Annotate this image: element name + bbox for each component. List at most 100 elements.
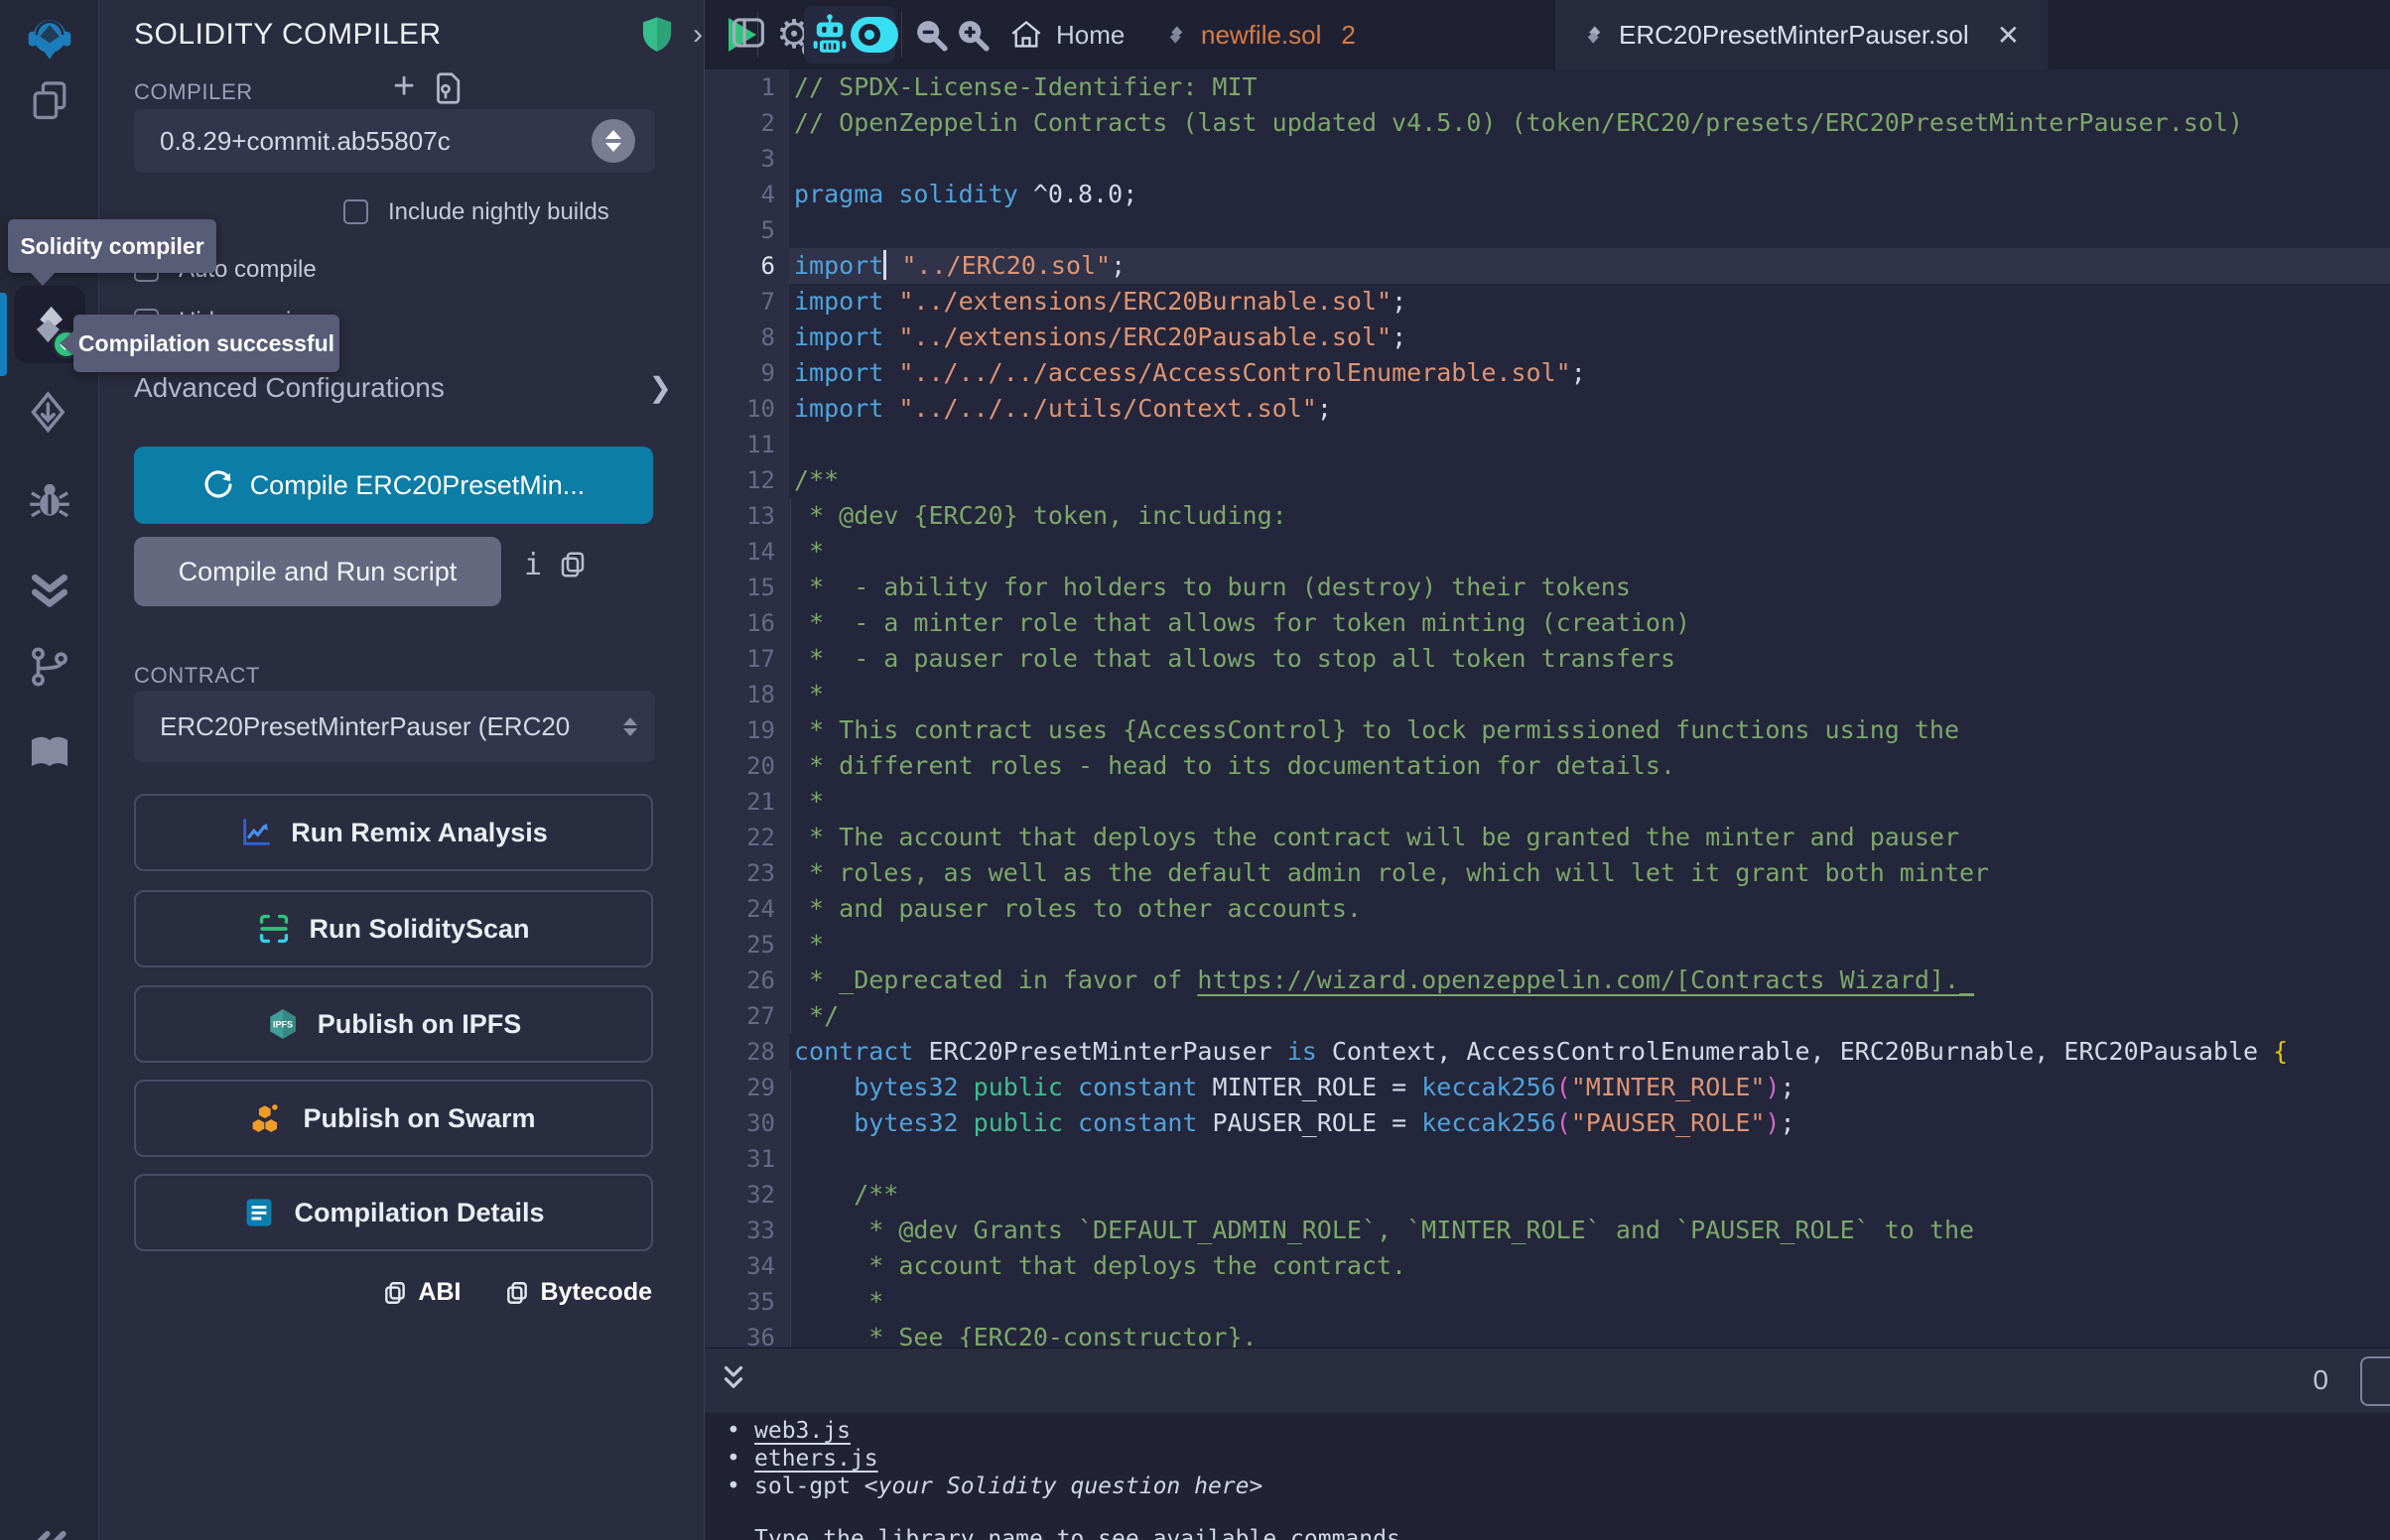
line-number[interactable]: 26: [705, 962, 789, 998]
compile-and-run-button[interactable]: Compile and Run script: [134, 537, 501, 606]
code-line[interactable]: *: [794, 677, 2390, 712]
code-line[interactable]: * account that deploys the contract.: [794, 1248, 2390, 1284]
include-nightly-checkbox[interactable]: [343, 199, 368, 224]
code-line[interactable]: * _Deprecated in favor of https://wizard…: [794, 962, 2390, 998]
line-number[interactable]: 5: [705, 212, 789, 248]
code-line[interactable]: bytes32 public constant PAUSER_ROLE = ke…: [794, 1105, 2390, 1141]
code-line[interactable]: [794, 427, 2390, 462]
line-number[interactable]: 33: [705, 1213, 789, 1248]
code-line[interactable]: /**: [794, 1177, 2390, 1213]
code-line[interactable]: *: [794, 927, 2390, 962]
line-number[interactable]: 19: [705, 712, 789, 748]
line-number[interactable]: 18: [705, 677, 789, 712]
static-analysis-icon[interactable]: [0, 548, 99, 627]
line-number[interactable]: 29: [705, 1070, 789, 1105]
line-number[interactable]: 20: [705, 748, 789, 784]
ai-copilot-robot-icon[interactable]: [808, 0, 852, 69]
file-explorer-icon[interactable]: [0, 62, 99, 141]
code-line[interactable]: import "../extensions/ERC20Burnable.sol"…: [794, 284, 2390, 320]
line-number[interactable]: 17: [705, 641, 789, 677]
code-line[interactable]: * See {ERC20-constructor}.: [794, 1320, 2390, 1348]
code-line[interactable]: * and pauser roles to other accounts.: [794, 891, 2390, 927]
line-number[interactable]: 28: [705, 1034, 789, 1070]
panel-columns-icon[interactable]: [731, 16, 765, 55]
line-number[interactable]: 30: [705, 1105, 789, 1141]
line-number[interactable]: 27: [705, 998, 789, 1034]
add-compiler-icon[interactable]: +: [393, 65, 415, 108]
git-icon[interactable]: [0, 627, 99, 706]
code-line[interactable]: // SPDX-License-Identifier: MIT: [794, 69, 2390, 105]
code-line[interactable]: contract ERC20PresetMinterPauser is Cont…: [794, 1034, 2390, 1070]
line-number[interactable]: 6: [705, 248, 789, 284]
code-line[interactable]: * roles, as well as the default admin ro…: [794, 855, 2390, 891]
code-editor[interactable]: 1234567891011121314151617181920212223242…: [705, 69, 2390, 1348]
code-line[interactable]: [794, 1141, 2390, 1177]
code-line[interactable]: * @dev Grants `DEFAULT_ADMIN_ROLE`, `MIN…: [794, 1213, 2390, 1248]
copy-bytecode-button[interactable]: Bytecode: [504, 1278, 652, 1307]
line-number[interactable]: 24: [705, 891, 789, 927]
line-number[interactable]: 35: [705, 1284, 789, 1320]
code-line[interactable]: * This contract uses {AccessControl} to …: [794, 712, 2390, 748]
copy-icon[interactable]: [558, 550, 588, 584]
code-line[interactable]: // OpenZeppelin Contracts (last updated …: [794, 105, 2390, 141]
tab-home[interactable]: Home: [991, 0, 1144, 69]
copy-abi-button[interactable]: ABI: [382, 1278, 461, 1307]
advanced-configurations-toggle[interactable]: Advanced Configurations ❯: [134, 371, 690, 404]
info-icon[interactable]: i: [524, 548, 542, 582]
line-number[interactable]: 16: [705, 605, 789, 641]
line-number[interactable]: 8: [705, 320, 789, 355]
code-line[interactable]: [794, 141, 2390, 177]
code-line[interactable]: /**: [794, 462, 2390, 498]
line-number[interactable]: 15: [705, 570, 789, 605]
compilation-details-button[interactable]: Compilation Details: [134, 1174, 653, 1251]
compile-button[interactable]: Compile ERC20PresetMin...: [134, 447, 653, 524]
line-number[interactable]: 36: [705, 1320, 789, 1348]
close-icon[interactable]: ✕: [1997, 19, 2020, 52]
line-number[interactable]: 2: [705, 105, 789, 141]
ai-copilot-toggle[interactable]: [850, 0, 899, 69]
code-line[interactable]: * different roles - head to its document…: [794, 748, 2390, 784]
zoom-in-icon[interactable]: [951, 0, 995, 69]
code-line[interactable]: *: [794, 534, 2390, 570]
code-line[interactable]: *: [794, 784, 2390, 820]
line-number[interactable]: 7: [705, 284, 789, 320]
code-line[interactable]: * @dev {ERC20} token, including:: [794, 498, 2390, 534]
tab-newfile[interactable]: newfile.sol 2: [1141, 0, 1380, 69]
line-number[interactable]: 31: [705, 1141, 789, 1177]
line-number[interactable]: 10: [705, 391, 789, 427]
line-number[interactable]: 23: [705, 855, 789, 891]
code-line[interactable]: * - a minter role that allows for token …: [794, 605, 2390, 641]
line-number[interactable]: 3: [705, 141, 789, 177]
run-remix-analysis-button[interactable]: Run Remix Analysis: [134, 794, 653, 871]
code-line[interactable]: import "../extensions/ERC20Pausable.sol"…: [794, 320, 2390, 355]
deploy-and-run-icon[interactable]: [0, 374, 99, 453]
code-line[interactable]: import "../../../access/AccessControlEnu…: [794, 355, 2390, 391]
promote-file-icon[interactable]: [433, 71, 463, 110]
code-line[interactable]: import "../ERC20.sol";: [794, 248, 2390, 284]
code-line[interactable]: pragma solidity ^0.8.0;: [794, 177, 2390, 212]
contract-select[interactable]: ERC20PresetMinterPauser (ERC20: [134, 691, 655, 762]
code-line[interactable]: * The account that deploys the contract …: [794, 820, 2390, 855]
code-line[interactable]: bytes32 public constant MINTER_ROLE = ke…: [794, 1070, 2390, 1105]
terminal-corner-button[interactable]: [2360, 1356, 2390, 1406]
expand-terminal-icon[interactable]: [719, 1362, 748, 1403]
line-number[interactable]: 4: [705, 177, 789, 212]
line-number[interactable]: 13: [705, 498, 789, 534]
chevron-right-icon[interactable]: ›: [693, 18, 703, 52]
zoom-out-icon[interactable]: [909, 0, 953, 69]
line-number[interactable]: 32: [705, 1177, 789, 1213]
line-number[interactable]: 22: [705, 820, 789, 855]
code-line[interactable]: * - ability for holders to burn (destroy…: [794, 570, 2390, 605]
code-line[interactable]: import "../../../utils/Context.sol";: [794, 391, 2390, 427]
code-line[interactable]: * - a pauser role that allows to stop al…: [794, 641, 2390, 677]
terminal-library-link[interactable]: web3.js: [754, 1418, 851, 1444]
line-number[interactable]: 11: [705, 427, 789, 462]
terminal-library-link[interactable]: ethers.js: [754, 1446, 878, 1472]
debugger-icon[interactable]: [0, 461, 99, 541]
shield-icon[interactable]: [640, 16, 674, 59]
line-number[interactable]: 12: [705, 462, 789, 498]
code-line[interactable]: *: [794, 1284, 2390, 1320]
documentation-icon[interactable]: [0, 713, 99, 793]
line-number[interactable]: 14: [705, 534, 789, 570]
compiler-version-select[interactable]: 0.8.29+commit.ab55807c: [134, 109, 655, 173]
